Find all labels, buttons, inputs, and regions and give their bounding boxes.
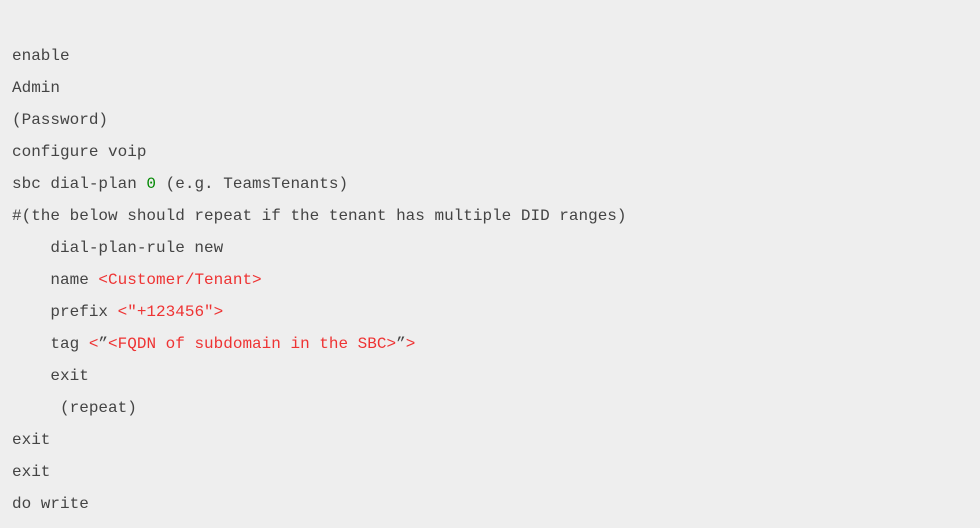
code-line: enable: [12, 47, 70, 65]
code-placeholder: >: [406, 335, 416, 353]
code-line: tag <”<FQDN of subdomain in the SBC>”>: [12, 335, 415, 353]
code-text: name: [50, 271, 98, 289]
code-line: Admin: [12, 79, 60, 97]
code-text: (e.g. TeamsTenants): [156, 175, 348, 193]
code-text: tag: [50, 335, 88, 353]
code-line: name <Customer/Tenant>: [12, 271, 262, 289]
code-line: (Password): [12, 111, 108, 129]
code-line: #(the below should repeat if the tenant …: [12, 207, 627, 225]
code-line: sbc dial-plan 0 (e.g. TeamsTenants): [12, 175, 348, 193]
code-line: exit: [12, 367, 89, 385]
code-line: exit: [12, 431, 50, 449]
code-block: enable Admin (Password) configure voip s…: [0, 0, 980, 528]
code-placeholder: <Customer/Tenant>: [98, 271, 261, 289]
code-line: exit: [12, 463, 50, 481]
code-text: sbc dial-plan: [12, 175, 146, 193]
code-line: configure voip: [12, 143, 146, 161]
code-text: ”: [396, 335, 406, 353]
code-number: 0: [146, 175, 156, 193]
code-placeholder: <: [89, 335, 99, 353]
code-line: (repeat): [12, 399, 137, 417]
code-placeholder: <FQDN of subdomain in the SBC>: [108, 335, 396, 353]
code-placeholder: <"+123456">: [118, 303, 224, 321]
code-line: do write: [12, 495, 89, 513]
code-line: prefix <"+123456">: [12, 303, 223, 321]
code-text: ”: [98, 335, 108, 353]
code-text: prefix: [50, 303, 117, 321]
code-line: dial-plan-rule new: [12, 239, 223, 257]
